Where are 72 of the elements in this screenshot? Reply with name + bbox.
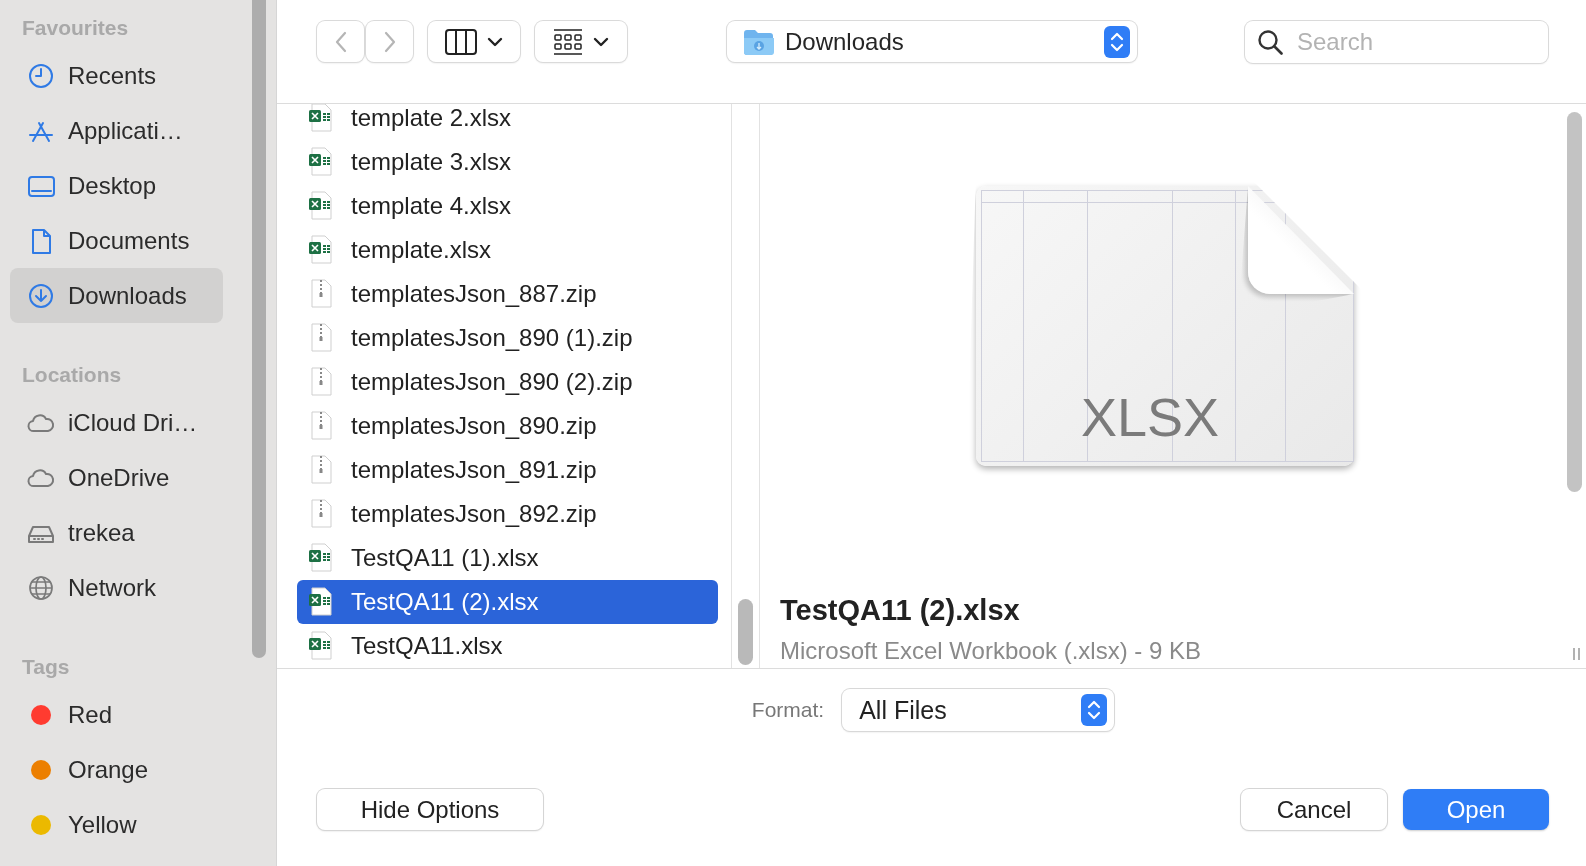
zip-file-icon (309, 455, 333, 485)
sidebar-item[interactable]: Recents (10, 48, 223, 103)
file-info: Microsoft Excel Workbook (.xlsx) - 9 KB (780, 637, 1201, 665)
sidebar-item[interactable]: Downloads (10, 268, 223, 323)
sidebar-item[interactable]: Yellow (10, 797, 223, 852)
file-row[interactable]: templatesJson_890.zip (297, 404, 718, 448)
location-popup[interactable]: Downloads (727, 21, 1137, 62)
file-name: TestQA11 (2).xlsx (780, 594, 1020, 627)
spreadsheet-icon (309, 587, 333, 617)
forward-button[interactable] (366, 21, 413, 62)
chevron-right-icon (382, 30, 397, 53)
zip-file-icon (309, 367, 333, 397)
zip-file-icon (309, 499, 333, 529)
section-header: Locations (21, 362, 123, 388)
globe-icon (27, 573, 55, 602)
sidebar-item[interactable]: Red (10, 687, 223, 742)
zip-file-icon (309, 279, 333, 309)
file-row[interactable]: templatesJson_891.zip (297, 448, 718, 492)
file-row[interactable]: template 3.xlsx (297, 140, 718, 184)
sidebar-item[interactable]: Orange (10, 742, 223, 797)
stepper-icon (1104, 25, 1130, 58)
sidebar-item[interactable]: iCloud Dri… (10, 395, 223, 450)
spreadsheet-icon (309, 235, 333, 265)
spreadsheet-icon (309, 631, 333, 661)
columns-icon (445, 28, 477, 55)
sidebar-item[interactable]: Applicati… (10, 103, 223, 158)
file-row[interactable]: template.xlsx (297, 228, 718, 272)
download-icon (27, 281, 55, 310)
scrollbar-thumb[interactable] (1567, 112, 1582, 492)
file-row[interactable]: templatesJson_892.zip (297, 492, 718, 536)
folder-icon (743, 27, 775, 56)
file-row[interactable]: TestQA11 (1).xlsx (297, 536, 718, 580)
stepper-icon (1081, 694, 1108, 726)
section-header: Favourites (21, 15, 130, 41)
clock-icon (27, 61, 55, 90)
zip-file-icon (309, 411, 333, 441)
chevron-down-icon (593, 36, 609, 47)
file-row[interactable]: TestQA11.xlsx (297, 624, 718, 668)
search-icon (1257, 29, 1283, 55)
format-label: Format: (751, 698, 825, 722)
sidebar-item[interactable]: Desktop (10, 158, 223, 213)
chevron-left-icon (333, 30, 348, 53)
sidebar-item[interactable]: trekea (10, 505, 223, 560)
format-popup[interactable]: All Files (842, 689, 1115, 731)
spreadsheet-icon (309, 543, 333, 573)
file-row[interactable]: TestQA11 (2).xlsx (297, 580, 718, 624)
file-row[interactable]: templatesJson_890 (2).zip (297, 360, 718, 404)
file-type-label: XLSX (1079, 386, 1221, 448)
search-field[interactable]: Search (1245, 21, 1548, 63)
section-header: Tags (21, 654, 71, 680)
spreadsheet-icon (309, 147, 333, 177)
open-button[interactable]: Open (1403, 789, 1549, 830)
spreadsheet-icon (309, 104, 333, 133)
dialog-button[interactable]: Hide Options (317, 789, 543, 830)
grid-icon (553, 28, 583, 55)
file-row[interactable]: templatesJson_890 (1).zip (297, 316, 718, 360)
sidebar-item[interactable]: OneDrive (10, 450, 223, 505)
spreadsheet-icon (309, 191, 333, 221)
dialog-button[interactable]: Cancel (1241, 789, 1387, 830)
resize-handle-icon (1573, 648, 1580, 660)
file-row[interactable]: template 2.xlsx (297, 104, 718, 140)
file-row[interactable]: templatesJson_887.zip (297, 272, 718, 316)
scrollbar-thumb[interactable] (252, 0, 266, 658)
chevron-down-icon (487, 36, 503, 47)
file-row[interactable]: template 4.xlsx (297, 184, 718, 228)
view-mode-button[interactable] (428, 21, 520, 62)
sidebar-item[interactable]: Documents (10, 213, 223, 268)
group-button[interactable] (535, 21, 627, 62)
sidebar-item[interactable]: Network (10, 560, 223, 615)
back-button[interactable] (317, 21, 364, 62)
scrollbar-thumb[interactable] (738, 599, 753, 665)
zip-file-icon (309, 323, 333, 353)
